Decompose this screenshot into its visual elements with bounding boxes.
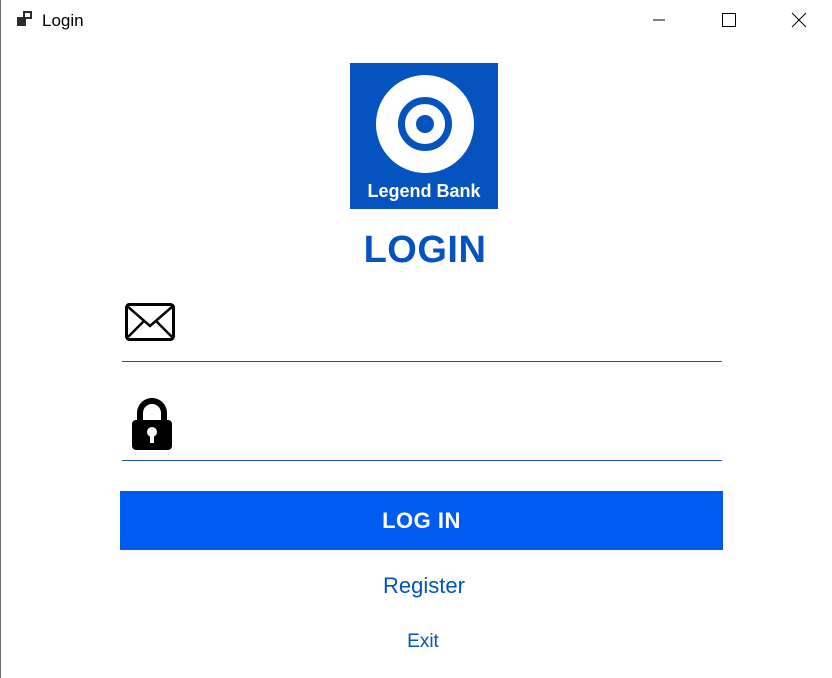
- login-window: Login Legend Bank LOGIN LOG IN Register …: [0, 0, 832, 678]
- window-title: Login: [42, 11, 84, 30]
- email-input[interactable]: [192, 304, 716, 346]
- close-button[interactable]: [764, 0, 832, 40]
- title-bar: Login: [1, 0, 832, 40]
- envelope-icon: [125, 303, 175, 341]
- maximize-icon: [722, 13, 736, 27]
- register-link[interactable]: Register: [301, 572, 547, 600]
- logo-target-icon: [376, 75, 474, 173]
- email-field[interactable]: [122, 296, 722, 362]
- login-button[interactable]: LOG IN: [120, 491, 723, 550]
- minimize-button[interactable]: [624, 0, 694, 40]
- minimize-icon: [653, 19, 665, 21]
- maximize-button[interactable]: [694, 0, 764, 40]
- password-field[interactable]: [122, 392, 722, 461]
- exit-link[interactable]: Exit: [361, 630, 485, 654]
- close-icon: [791, 12, 807, 28]
- password-input[interactable]: [192, 400, 716, 442]
- lock-icon: [132, 398, 172, 450]
- bank-logo: Legend Bank: [350, 63, 498, 209]
- logo-text: Legend Bank: [367, 181, 481, 201]
- page-title: LOGIN: [363, 229, 487, 271]
- app-icon: [17, 11, 32, 26]
